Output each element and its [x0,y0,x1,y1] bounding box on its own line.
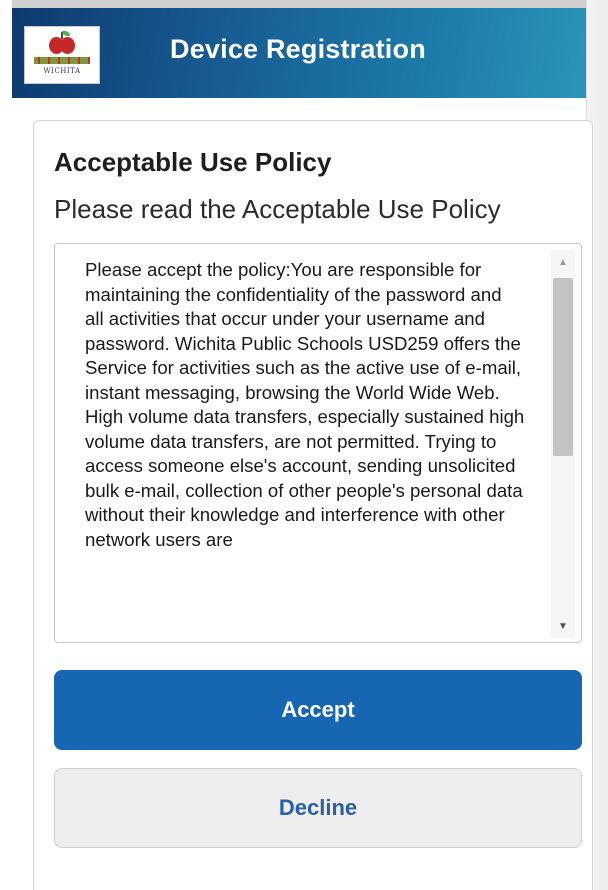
policy-text-box[interactable]: Please accept the policy:You are respons… [54,243,582,643]
apple-logo-icon [49,31,75,55]
logo-text: WICHITA [43,67,81,75]
scroll-thumb[interactable] [553,278,573,456]
school-logo: WICHITA [24,26,100,84]
decline-button[interactable]: Decline [54,768,582,848]
logo-band [34,57,90,64]
policy-scrollbar[interactable]: ▲ ▼ [551,250,575,638]
window-top-edge [0,0,608,8]
policy-title: Acceptable Use Policy [54,147,332,177]
page-title: Device Registration [170,34,426,64]
window-left-edge [0,0,12,890]
scroll-up-arrow-icon[interactable]: ▲ [551,250,575,274]
accept-button[interactable]: Accept [54,670,582,750]
policy-subtitle: Please read the Acceptable Use Policy [54,194,501,224]
policy-text: Please accept the policy:You are respons… [85,259,525,550]
scroll-down-arrow-icon[interactable]: ▼ [551,614,575,638]
header-bar: WICHITA Device Registration [12,8,586,98]
policy-card: Acceptable Use Policy Please read the Ac… [33,120,593,890]
